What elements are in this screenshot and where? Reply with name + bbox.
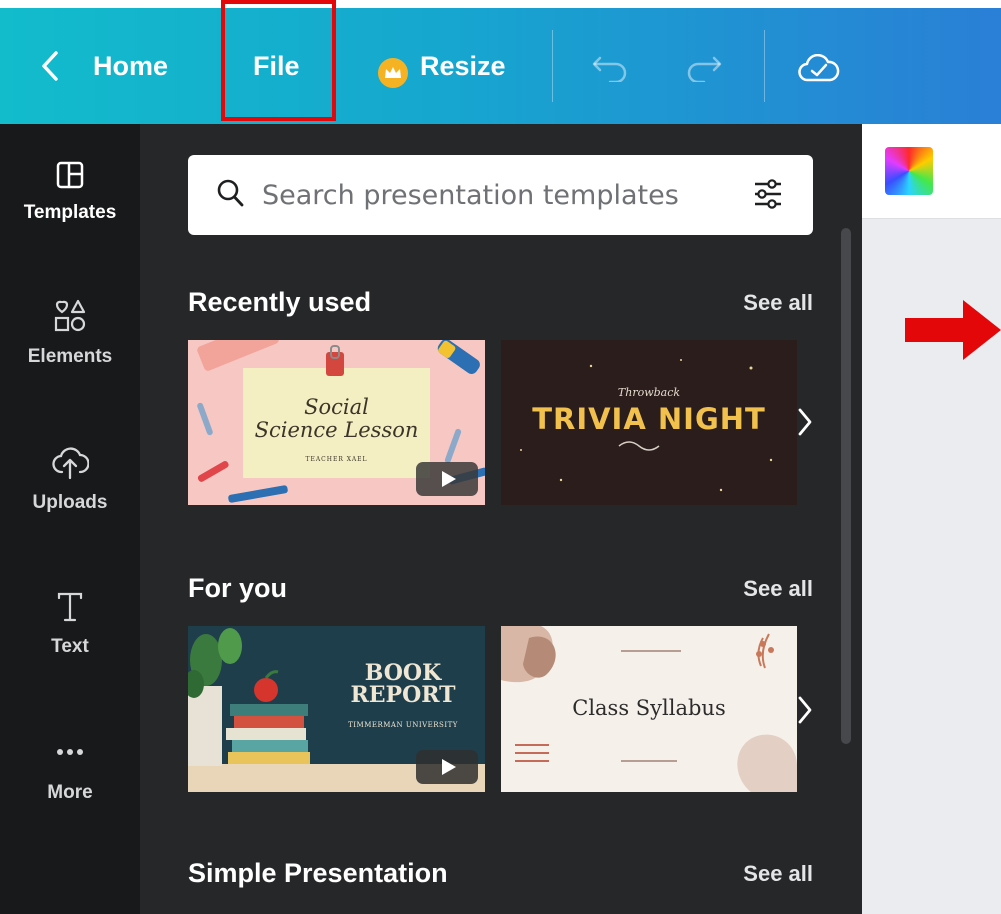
undo-icon[interactable] <box>592 52 632 87</box>
templates-icon <box>55 160 85 196</box>
section-title-recently-used: Recently used <box>188 287 372 317</box>
thumb-text-throwback: Throwback <box>617 386 681 399</box>
top-toolbar: Home File Resize <box>0 0 1001 124</box>
template-thumb-trivia-night[interactable]: Throwback TRIVIA NIGHT <box>501 340 797 505</box>
thumb-text-science-lesson: Science Lesson <box>254 418 419 442</box>
rail-label-elements: Elements <box>27 346 113 367</box>
templates-panel <box>140 124 862 914</box>
rail-label-text: Text <box>51 636 89 657</box>
section-title-for-you: For you <box>188 573 287 603</box>
thumb-text-class-syllabus: Class Syllabus <box>572 696 726 720</box>
red-arrow-annotation <box>905 300 1001 365</box>
search-icon <box>216 178 244 213</box>
see-all-recently-used[interactable]: See all <box>743 290 813 316</box>
cloud-check-icon[interactable] <box>798 53 840 89</box>
file-highlight-box <box>221 0 336 121</box>
rail-label-uploads: Uploads <box>32 492 108 513</box>
crown-icon <box>378 58 408 88</box>
more-dots-icon <box>55 742 85 768</box>
chevron-right-icon[interactable] <box>797 692 813 734</box>
template-thumb-social-science[interactable]: Social Science Lesson TEACHER XAEL <box>188 340 485 505</box>
thumb-text-trivia-night: TRIVIA NIGHT <box>532 402 766 436</box>
panel-scrollbar[interactable] <box>841 228 851 744</box>
chevron-left-icon[interactable] <box>40 8 60 124</box>
toolbar-divider <box>552 30 553 102</box>
chevron-right-icon[interactable] <box>797 404 813 446</box>
template-thumb-class-syllabus[interactable]: Class Syllabus <box>501 626 797 792</box>
search-input[interactable]: Search presentation templates <box>262 180 679 211</box>
see-all-for-you[interactable]: See all <box>743 576 813 602</box>
rail-item-elements[interactable]: Elements <box>0 298 140 368</box>
search-bar[interactable]: Search presentation templates <box>188 155 813 235</box>
rail-label-templates: Templates <box>23 202 117 223</box>
section-title-simple-presentation: Simple Presentation <box>188 858 448 888</box>
text-icon <box>55 590 85 630</box>
thumb-text-social: Social <box>304 395 369 419</box>
redo-icon[interactable] <box>684 52 724 87</box>
rail-item-templates[interactable]: Templates <box>0 160 140 224</box>
rail-item-more[interactable]: More <box>0 742 140 804</box>
home-button[interactable]: Home <box>93 8 168 124</box>
thumb-text-book: BOOK <box>364 660 442 686</box>
thumb-caption-teacher: TEACHER XAEL <box>305 456 368 463</box>
rail-item-text[interactable]: Text <box>0 590 140 658</box>
panel-corner-fill <box>140 124 170 267</box>
elements-icon <box>53 298 87 340</box>
resize-button[interactable]: Resize <box>420 8 506 124</box>
see-all-simple-presentation[interactable]: See all <box>743 861 813 887</box>
rail-item-uploads[interactable]: Uploads <box>0 444 140 514</box>
color-picker-swatch[interactable] <box>885 147 933 195</box>
upload-cloud-icon <box>51 444 90 486</box>
thumb-caption-university: TIMMERMAN UNIVERSITY <box>348 721 458 729</box>
rail-label-more: More <box>47 782 93 803</box>
toolbar-divider <box>764 30 765 102</box>
filter-sliders-icon[interactable] <box>753 178 783 215</box>
template-thumb-book-report[interactable]: BOOK REPORT TIMMERMAN UNIVERSITY <box>188 626 485 792</box>
thumb-text-report: REPORT <box>350 682 456 708</box>
